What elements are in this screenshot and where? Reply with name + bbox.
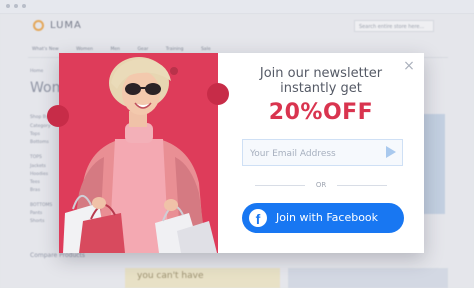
join-with-facebook-button[interactable]: f Join with Facebook — [242, 203, 404, 233]
browser-chrome — [0, 0, 474, 14]
newsletter-popup: × Join our newsletter instantly get 20%O… — [47, 53, 424, 253]
window-dot-icon — [6, 4, 10, 8]
popup-title-line2: instantly get — [280, 81, 362, 96]
facebook-button-label: Join with Facebook — [276, 211, 379, 224]
window-dot-icon — [14, 4, 18, 8]
decor-circle-icon — [47, 105, 69, 127]
woman-shopping-illustration — [63, 57, 217, 253]
popup-title-line1: Join our newsletter — [259, 66, 383, 81]
discount-text: 20%OFF — [268, 100, 374, 125]
email-field[interactable] — [242, 139, 403, 167]
facebook-icon: f — [249, 209, 267, 227]
email-input[interactable] — [243, 140, 387, 167]
or-divider: OR — [255, 181, 387, 189]
hero-image — [59, 53, 218, 253]
send-arrow-icon[interactable] — [386, 146, 396, 158]
divider-line — [337, 185, 387, 186]
decor-dot-icon — [170, 67, 178, 75]
window-dot-icon — [22, 4, 26, 8]
